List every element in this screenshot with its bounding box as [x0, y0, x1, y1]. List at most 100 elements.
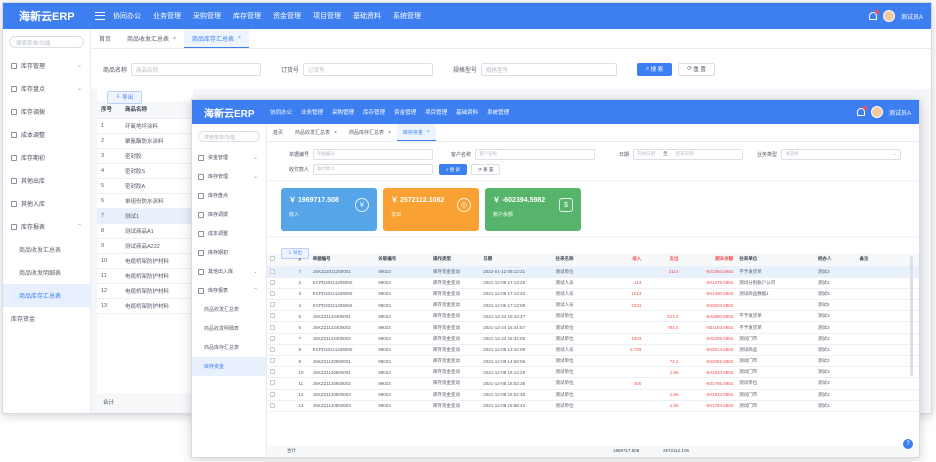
row-checkbox[interactable]	[267, 299, 296, 312]
sidebar-item-other-in[interactable]: 其他入库	[3, 192, 90, 215]
search-button[interactable]: ⌕ 搜 索	[439, 164, 468, 175]
topnav-item[interactable]: 采购管理	[193, 11, 221, 21]
sidebar-item-reports[interactable]: 库存报表 ⌃	[192, 281, 266, 300]
table-row[interactable]: 8 测试商品A1	[97, 223, 193, 239]
row-checkbox[interactable]	[267, 310, 296, 323]
bell-icon[interactable]	[868, 10, 879, 20]
row-checkbox[interactable]	[267, 377, 296, 390]
table-row[interactable]: 13 JSKZ21120800004 99023 库存资金变动 2021-12-08 1…	[267, 400, 919, 412]
sidebar-item-receipt-detail[interactable]: 商品收发明细表	[3, 261, 90, 284]
sidebar-item-stock-fund[interactable]: 库存资金	[192, 357, 266, 376]
table-row[interactable]: 7 JSKZ21122400002 99023 库存资金变动 2021-12-24 15…	[267, 333, 919, 345]
sidebar-item-receipt-summary[interactable]: 商品收发汇总表	[192, 300, 266, 319]
row-checkbox[interactable]	[267, 277, 296, 289]
table-row[interactable]: 12 JSKZ21120800003 99023 库存资金变动 2021-12-08 1…	[267, 389, 919, 401]
topnav-item[interactable]: 业务管理	[301, 108, 323, 116]
column-header[interactable]: 关联编号	[375, 253, 430, 267]
sidebar-item-other-out[interactable]: 其他出库	[3, 169, 90, 192]
sidebar-item-stock-fund[interactable]: 库存资金	[3, 307, 90, 330]
table-row[interactable]: 2 聚氨酯防水涂料	[97, 133, 193, 149]
topnav-item[interactable]: 库存管理	[363, 108, 385, 116]
close-icon[interactable]: ×	[388, 130, 391, 136]
spec-input[interactable]: 规格型号	[481, 62, 618, 76]
column-header[interactable]: 商品名称	[121, 101, 193, 119]
topnav-item[interactable]: 采购管理	[332, 108, 354, 116]
date-range-picker[interactable]: 开始日期 至 结束日期	[633, 149, 744, 160]
topnav-item[interactable]: 系统管理	[487, 108, 509, 116]
tab-home[interactable]: 首页	[267, 124, 289, 141]
sidebar-item-cost-adjust[interactable]: 成本调整	[3, 123, 90, 146]
table-row[interactable]: 7 测试1	[97, 208, 193, 224]
reset-button[interactable]: ⟳ 重 置	[678, 62, 715, 76]
sidebar-item-transfer[interactable]: 库存调拨	[3, 100, 90, 123]
row-checkbox[interactable]	[267, 355, 296, 368]
table-row[interactable]: 11 电缆桥架防护材料	[97, 268, 193, 284]
sidebar-item-other-io[interactable]: 其他出入库 ⌄	[192, 262, 266, 281]
table-row[interactable]: 5 密封胶A	[97, 178, 193, 194]
table-row[interactable]: 10 JSKZ21120800001 99023 库存资金变动 2021-12-08 1…	[267, 366, 919, 379]
tab-stock-summary[interactable]: 商品库存汇总表 ×	[183, 29, 249, 48]
search-button[interactable]: ⌕ 搜 索	[637, 62, 673, 76]
table-row[interactable]: 13 电缆桥架防护材料	[97, 298, 193, 314]
topnav-item[interactable]: 协同办公	[270, 108, 292, 116]
help-icon[interactable]: ?	[903, 439, 913, 449]
avatar[interactable]	[882, 10, 895, 22]
column-header[interactable]: 单据编号	[309, 253, 376, 267]
order-code-input[interactable]: 订货号	[303, 62, 434, 76]
sidebar-item-receipt-summary[interactable]: 商品收发汇总表	[3, 238, 90, 261]
sidebar-item-opening[interactable]: 库存期初	[192, 243, 266, 262]
topnav-item[interactable]: 资金管理	[273, 11, 301, 21]
sidebar-item-inventory[interactable]: 库存管理 ⌄	[192, 167, 266, 186]
tab-stock-fund[interactable]: 库存资金 ×	[396, 124, 436, 141]
row-checkbox[interactable]	[267, 333, 296, 345]
reset-button[interactable]: ⟳ 重 置	[471, 164, 501, 175]
sidebar-search-input[interactable]: 搜索菜单/功能	[198, 131, 260, 142]
sidebar-item-reports[interactable]: 库存报表 ⌃	[3, 215, 90, 238]
row-checkbox[interactable]	[267, 389, 296, 401]
sidebar-item-transfer[interactable]: 库存调拨	[192, 205, 266, 224]
row-checkbox[interactable]	[267, 366, 296, 379]
table-row[interactable]: 6 单组份防水涂料	[97, 193, 193, 209]
table-row[interactable]: 2 KCPD20211206000 99023 库存资金变动 2021-12-06 17…	[267, 277, 919, 289]
tab-receipt-summary[interactable]: 商品收发汇总表 ×	[119, 29, 184, 48]
close-icon[interactable]: ×	[334, 130, 337, 136]
sidebar-item-stock-summary[interactable]: 商品库存汇总表	[192, 338, 266, 357]
topnav-item[interactable]: 库存管理	[233, 11, 261, 21]
row-checkbox[interactable]	[267, 344, 296, 357]
tab-receipt-summary[interactable]: 商品收发汇总表 ×	[289, 124, 343, 141]
row-checkbox[interactable]	[267, 400, 296, 412]
table-row[interactable]: 4 密封胶S	[97, 163, 193, 179]
table-row[interactable]: 3 密封胶	[97, 148, 193, 164]
topnav-item[interactable]: 业务管理	[153, 11, 181, 21]
avatar[interactable]	[870, 106, 883, 118]
sidebar-item-stocktake[interactable]: 库存盘点	[192, 186, 266, 205]
sidebar-search-input[interactable]: 搜索菜单/功能	[9, 36, 84, 48]
row-checkbox[interactable]	[267, 288, 296, 301]
row-checkbox[interactable]	[267, 321, 296, 334]
topnav-item[interactable]: 项目管理	[425, 108, 447, 116]
tab-home[interactable]: 首页	[91, 29, 119, 48]
topnav-item[interactable]: 基础资料	[353, 11, 381, 21]
close-icon[interactable]: ×	[173, 36, 176, 42]
business-type-select[interactable]: 请选择 ⌄	[781, 149, 902, 160]
user-name[interactable]: 测试员A	[901, 12, 923, 21]
bell-icon[interactable]	[856, 106, 867, 116]
table-row[interactable]: 4 KCPD20211206004 99023 库存资金变动 2021-12-06 17…	[267, 299, 919, 312]
sidebar-item-funds[interactable]: 资金管理 ⌄	[192, 148, 266, 167]
table-row[interactable]: 3 KCPD20211208000 99023 库存资金变动 2021-12-08 17…	[267, 288, 919, 301]
sidebar-item-opening[interactable]: 库存期初	[3, 146, 90, 169]
table-row[interactable]: 7 JSKZ22011200001 99023 库存资金变动 2022-01-12 09…	[267, 266, 919, 278]
tab-stock-summary[interactable]: 商品库存汇总表 ×	[343, 124, 397, 141]
payee-input[interactable]: 收付款人	[313, 164, 434, 175]
table-row[interactable]: 11 JSKZ21120800002 99023 库存资金变动 2021-12-08 1…	[267, 377, 919, 390]
topnav-item[interactable]: 系统管理	[393, 11, 421, 21]
product-name-input[interactable]: 商品名称	[131, 62, 262, 76]
table-row[interactable]: 1 环氧地坪涂料	[97, 118, 193, 134]
table-row[interactable]: 12 电缆桥架防护材料	[97, 283, 193, 299]
table-row[interactable]: 9 测试商品A222	[97, 238, 193, 254]
table-row[interactable]: 8 KCPD20211206000 99023 库存资金变动 2021-12-06 13…	[267, 344, 919, 357]
topnav-item[interactable]: 资金管理	[394, 108, 416, 116]
table-row[interactable]: 9 JSKZ21120900001 99023 库存资金变动 2021-12-09 14…	[267, 355, 919, 368]
table-row[interactable]: 10 电缆桥架防护材料	[97, 253, 193, 269]
row-checkbox[interactable]	[267, 266, 296, 278]
